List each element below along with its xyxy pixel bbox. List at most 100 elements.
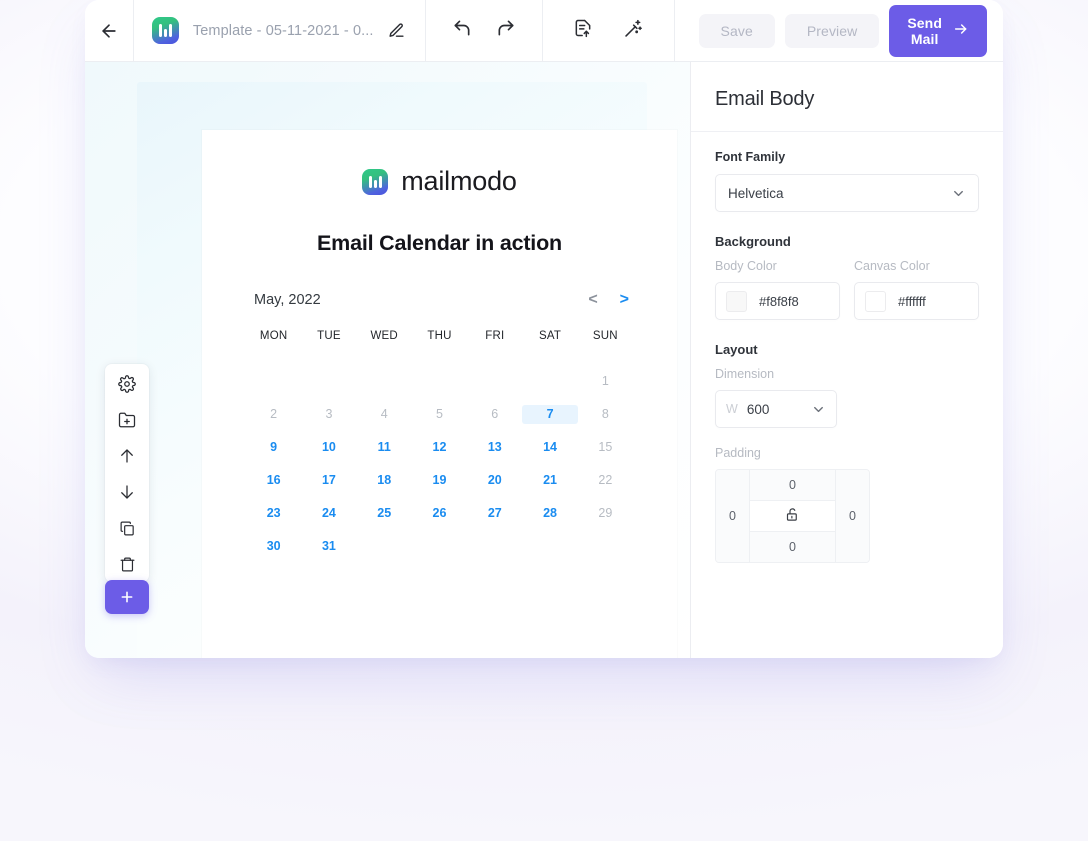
calendar-day[interactable]: 18 — [357, 471, 412, 490]
undo-icon — [452, 18, 472, 43]
calendar-day[interactable]: 24 — [301, 504, 356, 523]
calendar-day[interactable]: 16 — [246, 471, 301, 490]
calendar-cell-empty — [522, 372, 577, 391]
background-section-label: Background — [715, 234, 791, 249]
calendar-day: 29 — [598, 506, 613, 520]
calendar-day: 6 — [491, 407, 499, 421]
email-brand-row: mailmodo — [232, 166, 647, 197]
calendar-dow-header: THU — [427, 330, 452, 342]
app-window: Template - 05-11-2021 - 0... Save Previe… — [85, 0, 1003, 658]
back-button[interactable] — [85, 0, 134, 61]
calendar-day[interactable]: 27 — [467, 504, 522, 523]
calendar-day[interactable]: 25 — [357, 504, 412, 523]
calendar-cell-empty — [522, 537, 577, 556]
settings-title: Email Body — [715, 88, 815, 110]
calendar-day[interactable]: 19 — [412, 471, 467, 490]
calendar-day[interactable]: 9 — [246, 438, 301, 457]
calendar-grid: MON TUE WED THU FRI SAT SUN 1 2 3 4 5 6 7 8 9 10 11 12 13 14… — [232, 330, 647, 556]
send-mail-button[interactable]: Send Mail — [889, 4, 987, 57]
calendar-day: 4 — [380, 407, 388, 421]
calendar-nav-group: < > — [588, 292, 629, 308]
arrow-up-icon[interactable] — [115, 446, 139, 466]
calendar-day: 8 — [601, 407, 609, 421]
calendar-day: 1 — [601, 374, 609, 388]
dimension-width-select[interactable]: W 600 — [715, 390, 837, 428]
calendar-cell-empty — [412, 537, 467, 556]
calendar-day[interactable]: 10 — [301, 438, 356, 457]
calendar-day[interactable]: 30 — [246, 537, 301, 556]
calendar-dow-header: SAT — [539, 330, 562, 342]
email-body-card[interactable]: mailmodo Email Calendar in action May, 2… — [202, 130, 677, 658]
editor-tools-group — [543, 0, 675, 61]
calendar-day[interactable]: 7 — [522, 405, 578, 424]
font-family-select[interactable]: Helvetica — [715, 174, 979, 212]
calendar-day[interactable]: 31 — [301, 537, 356, 556]
duplicate-icon[interactable] — [115, 518, 139, 538]
email-heading: Email Calendar in action — [317, 231, 562, 255]
calendar-header: May, 2022 < > — [232, 292, 647, 309]
workspace: mailmodo Email Calendar in action May, 2… — [85, 62, 1003, 658]
calendar-day[interactable]: 21 — [522, 471, 577, 490]
settings-icon[interactable] — [115, 374, 139, 394]
pencil-icon[interactable] — [388, 22, 405, 39]
calendar-day[interactable]: 17 — [301, 471, 356, 490]
calendar-day: 22 — [598, 473, 613, 487]
chevron-down-icon — [811, 402, 826, 417]
folder-add-icon[interactable] — [115, 410, 139, 430]
calendar-day: 2 — [270, 407, 278, 421]
add-block-button[interactable] — [573, 18, 593, 43]
padding-bottom-input[interactable]: 0 — [749, 532, 836, 562]
calendar-cell-empty — [357, 372, 412, 391]
document-add-icon — [573, 18, 593, 43]
body-color-swatch[interactable] — [726, 290, 747, 312]
action-buttons-group: Save Preview Send Mail — [675, 0, 1003, 61]
padding-lock-toggle[interactable] — [749, 500, 836, 532]
layout-section-label: Layout — [715, 342, 758, 357]
send-mail-label: Send Mail — [907, 14, 942, 47]
dimension-label: Dimension — [715, 367, 775, 381]
arrow-down-icon[interactable] — [115, 482, 139, 502]
calendar-dow-header: MON — [259, 330, 288, 342]
body-color-label: Body Color — [715, 259, 777, 273]
padding-label: Padding — [715, 446, 761, 460]
calendar-prev-button[interactable]: < — [588, 292, 597, 308]
trash-icon[interactable] — [115, 554, 139, 574]
redo-button[interactable] — [496, 18, 516, 43]
calendar-day: 3 — [325, 407, 333, 421]
preview-button[interactable]: Preview — [784, 13, 880, 48]
canvas-color-label: Canvas Color — [854, 259, 930, 273]
arrow-right-icon — [953, 21, 969, 40]
calendar-dow-header: SUN — [592, 330, 618, 342]
font-family-value: Helvetica — [728, 185, 784, 201]
padding-right-input[interactable]: 0 — [836, 470, 869, 562]
magic-wand-button[interactable] — [623, 18, 644, 44]
document-title: Template - 05-11-2021 - 0... — [192, 22, 374, 39]
calendar-day[interactable]: 23 — [246, 504, 301, 523]
calendar-day[interactable]: 28 — [522, 504, 577, 523]
padding-left-input[interactable]: 0 — [716, 470, 749, 562]
padding-top-input[interactable]: 0 — [749, 470, 836, 500]
arrow-left-icon — [99, 21, 119, 41]
top-toolbar: Template - 05-11-2021 - 0... Save Previe… — [85, 0, 1003, 62]
canvas-color-input[interactable]: #ffffff — [854, 282, 979, 320]
save-button[interactable]: Save — [698, 13, 775, 48]
calendar-day[interactable]: 20 — [467, 471, 522, 490]
calendar-day[interactable]: 12 — [412, 438, 467, 457]
calendar-month-label: May, 2022 — [254, 292, 321, 308]
calendar-next-button[interactable]: > — [620, 292, 629, 308]
magic-wand-icon — [623, 18, 644, 44]
redo-icon — [496, 18, 516, 43]
calendar-cell-empty — [467, 372, 522, 391]
body-color-input[interactable]: #f8f8f8 — [715, 282, 840, 320]
calendar-day[interactable]: 13 — [467, 438, 522, 457]
canvas-color-swatch[interactable] — [865, 290, 886, 312]
calendar-cell-empty — [246, 372, 301, 391]
add-block-button-floating[interactable] — [105, 580, 149, 614]
calendar-cell-empty — [412, 372, 467, 391]
calendar-day[interactable]: 26 — [412, 504, 467, 523]
calendar-day[interactable]: 14 — [522, 438, 577, 457]
undo-button[interactable] — [452, 18, 472, 43]
calendar-day[interactable]: 11 — [357, 438, 412, 457]
calendar-cell-empty — [578, 537, 633, 556]
calendar-dow-header: FRI — [485, 330, 505, 342]
